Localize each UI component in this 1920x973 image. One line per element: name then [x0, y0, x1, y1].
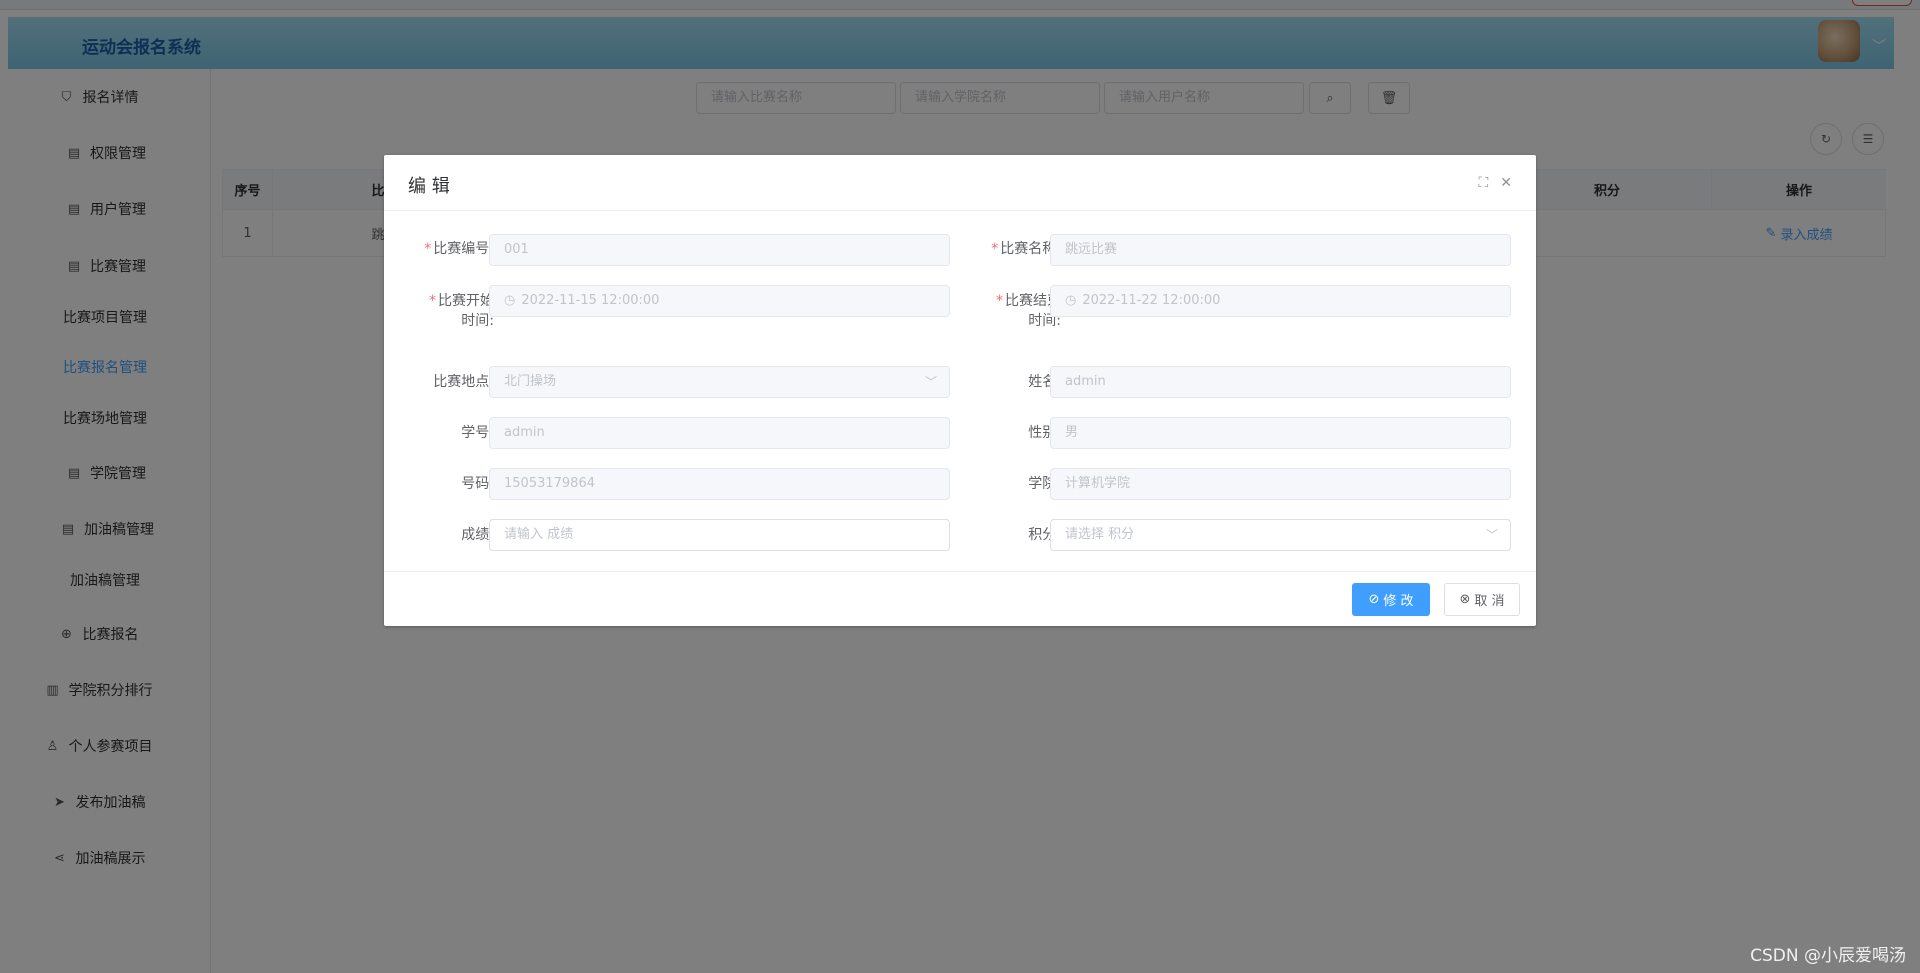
- name-field: admin: [1050, 366, 1511, 398]
- student-no-label: 学号:: [461, 425, 494, 441]
- cancel-label: 取 消: [1474, 594, 1505, 609]
- chevron-down-icon: ﹀: [924, 375, 937, 389]
- dialog-header: 编 辑 ⛶ ✕: [384, 155, 1536, 211]
- close-circle-icon: ⊗: [1459, 592, 1471, 607]
- fullscreen-icon[interactable]: ⛶: [1478, 175, 1488, 191]
- points-label: 积分:: [1028, 527, 1061, 543]
- points-select[interactable]: 请选择 积分 ﹀: [1050, 519, 1511, 551]
- dialog-title: 编 辑: [408, 176, 450, 197]
- clock-icon: ◷: [1065, 293, 1077, 308]
- match-no-field: 001: [489, 234, 950, 266]
- clock-icon: ◷: [504, 293, 516, 308]
- confirm-edit-button[interactable]: ⊘ 修 改: [1352, 583, 1430, 616]
- location-label: 比赛地点:: [433, 374, 494, 390]
- watermark: CSDN @小辰爱喝汤: [1750, 946, 1906, 966]
- cancel-button[interactable]: ⊗ 取 消: [1444, 583, 1520, 616]
- gender-label: 性别:: [1028, 425, 1061, 441]
- match-name-label: * 比赛名称:: [991, 241, 1061, 257]
- college-label: 学院:: [1028, 476, 1061, 492]
- location-select: 北门操场 ﹀: [489, 366, 950, 398]
- dialog-header-icons: ⛶ ✕: [1478, 175, 1512, 191]
- phone-field: 15053179864: [489, 468, 950, 500]
- check-circle-icon: ⊘: [1368, 592, 1380, 607]
- end-time-field: ◷ 2022-11-22 12:00:00: [1050, 285, 1511, 317]
- close-icon[interactable]: ✕: [1500, 175, 1512, 191]
- match-name-field: 跳远比赛: [1050, 234, 1511, 266]
- chevron-down-icon: ﹀: [1485, 528, 1498, 542]
- match-no-label: * 比赛编号:: [424, 241, 494, 257]
- result-label: 成绩:: [461, 527, 494, 543]
- confirm-label: 修 改: [1383, 594, 1414, 609]
- start-time-label: * 比赛开始 时间:: [429, 293, 494, 329]
- end-time-label: * 比赛结束 时间:: [996, 293, 1061, 329]
- student-no-field: admin: [489, 417, 950, 449]
- name-label: 姓名:: [1028, 374, 1061, 390]
- college-field: 计算机学院: [1050, 468, 1511, 500]
- edit-dialog: 编 辑 ⛶ ✕ * 比赛编号: 001 * 比赛名称: 跳远比赛 * 比赛开始 时间: …: [384, 155, 1536, 626]
- gender-field: 男: [1050, 417, 1511, 449]
- phone-label: 号码:: [461, 476, 494, 492]
- start-time-field: ◷ 2022-11-15 12:00:00: [489, 285, 950, 317]
- result-input[interactable]: 请输入 成绩: [489, 519, 950, 551]
